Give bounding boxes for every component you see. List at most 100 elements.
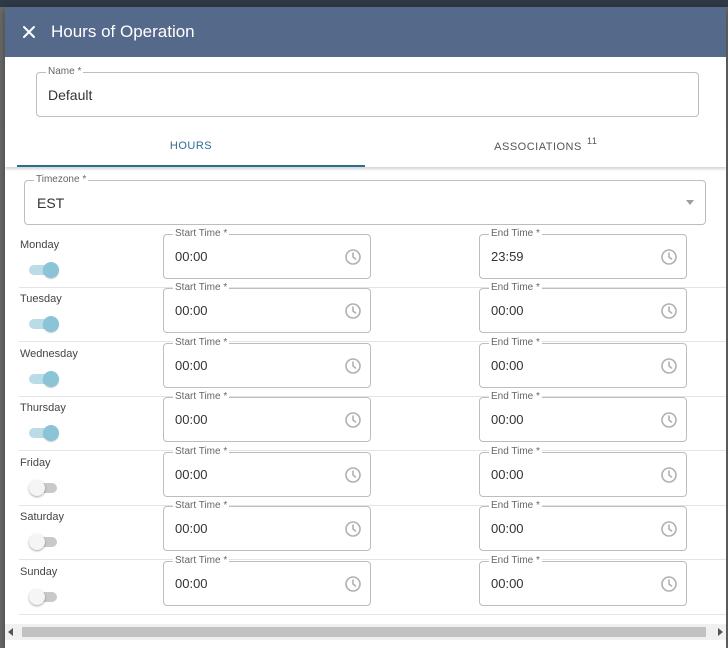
dialog-header: Hours of Operation bbox=[5, 7, 726, 57]
timezone-value: EST bbox=[37, 194, 65, 211]
start-time-saturday[interactable]: Start Time * 00:00 bbox=[163, 500, 371, 551]
scrollbar-thumb[interactable] bbox=[22, 627, 706, 637]
end-time-value: 23:59 bbox=[491, 249, 524, 264]
toggle-thumb bbox=[29, 534, 45, 550]
start-time-label: Start Time * bbox=[173, 282, 230, 294]
clock-icon[interactable] bbox=[660, 248, 678, 266]
name-field[interactable]: Name * Default bbox=[36, 66, 699, 117]
clock-icon[interactable] bbox=[344, 466, 362, 484]
end-time-friday[interactable]: End Time * 00:00 bbox=[479, 446, 687, 497]
day-label-wednesday: Wednesday bbox=[20, 348, 78, 360]
day-label-thursday: Thursday bbox=[20, 402, 66, 414]
end-time-value: 00:00 bbox=[491, 303, 524, 318]
name-field-value: Default bbox=[48, 86, 93, 103]
start-time-value: 00:00 bbox=[175, 576, 208, 591]
end-time-thursday[interactable]: End Time * 00:00 bbox=[479, 391, 687, 442]
chevron-down-icon bbox=[686, 200, 694, 205]
close-button[interactable] bbox=[7, 7, 51, 57]
toggle-monday[interactable] bbox=[29, 262, 59, 278]
start-time-wednesday[interactable]: Start Time * 00:00 bbox=[163, 337, 371, 388]
toggle-thumb bbox=[43, 425, 59, 441]
toggle-saturday[interactable] bbox=[29, 534, 59, 550]
clock-icon[interactable] bbox=[660, 357, 678, 375]
start-time-label: Start Time * bbox=[173, 228, 230, 240]
clock-icon[interactable] bbox=[660, 520, 678, 538]
end-time-value: 00:00 bbox=[491, 576, 524, 591]
clock-icon[interactable] bbox=[344, 357, 362, 375]
day-row-sunday: Sunday Start Time * 00:00 End Time * 00:00 bbox=[19, 555, 726, 615]
start-time-friday[interactable]: Start Time * 00:00 bbox=[163, 446, 371, 497]
clock-icon[interactable] bbox=[660, 575, 678, 593]
tab-associations-label: ASSOCIATIONS bbox=[494, 141, 582, 153]
name-field-label: Name * bbox=[46, 66, 84, 78]
day-label-friday: Friday bbox=[20, 457, 51, 469]
timezone-select[interactable]: Timezone * EST bbox=[24, 174, 706, 225]
start-time-thursday[interactable]: Start Time * 00:00 bbox=[163, 391, 371, 442]
end-time-value: 00:00 bbox=[491, 358, 524, 373]
end-time-label: End Time * bbox=[489, 391, 542, 403]
day-row-friday: Friday Start Time * 00:00 End Time * 00:00 bbox=[19, 446, 726, 506]
toggle-thumb bbox=[29, 480, 45, 496]
scroll-left-arrow-icon[interactable] bbox=[8, 628, 13, 636]
day-row-thursday: Thursday Start Time * 00:00 End Time * 00:00 bbox=[19, 391, 726, 451]
clock-icon[interactable] bbox=[344, 520, 362, 538]
clock-icon[interactable] bbox=[660, 466, 678, 484]
day-label-saturday: Saturday bbox=[20, 511, 65, 523]
start-time-value: 00:00 bbox=[175, 412, 208, 427]
toggle-thumb bbox=[43, 316, 59, 332]
start-time-value: 00:00 bbox=[175, 467, 208, 482]
scroll-right-arrow-icon[interactable] bbox=[718, 628, 723, 636]
start-time-value: 00:00 bbox=[175, 249, 208, 264]
end-time-label: End Time * bbox=[489, 282, 542, 294]
end-time-sunday[interactable]: End Time * 00:00 bbox=[479, 555, 687, 606]
toggle-thursday[interactable] bbox=[29, 425, 59, 441]
start-time-tuesday[interactable]: Start Time * 00:00 bbox=[163, 282, 371, 333]
end-time-wednesday[interactable]: End Time * 00:00 bbox=[479, 337, 687, 388]
start-time-sunday[interactable]: Start Time * 00:00 bbox=[163, 555, 371, 606]
toggle-thumb bbox=[43, 262, 59, 278]
end-time-value: 00:00 bbox=[491, 467, 524, 482]
tab-associations[interactable]: ASSOCIATIONS 11 bbox=[365, 127, 711, 167]
clock-icon[interactable] bbox=[344, 411, 362, 429]
dialog-title: Hours of Operation bbox=[51, 22, 195, 41]
start-time-value: 00:00 bbox=[175, 521, 208, 536]
clock-icon[interactable] bbox=[660, 411, 678, 429]
timezone-label: Timezone * bbox=[34, 174, 89, 186]
tab-hours[interactable]: HOURS bbox=[17, 127, 365, 167]
end-time-saturday[interactable]: End Time * 00:00 bbox=[479, 500, 687, 551]
end-time-tuesday[interactable]: End Time * 00:00 bbox=[479, 282, 687, 333]
clock-icon[interactable] bbox=[344, 302, 362, 320]
toggle-wednesday[interactable] bbox=[29, 371, 59, 387]
day-row-wednesday: Wednesday Start Time * 00:00 End Time * 00:0… bbox=[19, 337, 726, 397]
toggle-thumb bbox=[29, 589, 45, 605]
end-time-monday[interactable]: End Time * 23:59 bbox=[479, 228, 687, 279]
toggle-sunday[interactable] bbox=[29, 589, 59, 605]
associations-count-badge: 11 bbox=[587, 136, 598, 146]
app-top-bar bbox=[0, 0, 728, 7]
end-time-label: End Time * bbox=[489, 228, 542, 240]
day-row-monday: Monday Start Time * 00:00 End Time * 23:59 bbox=[19, 228, 726, 288]
hours-content: Timezone * EST Monday Start Time * 00:00 En… bbox=[5, 174, 726, 628]
toggle-thumb bbox=[43, 371, 59, 387]
end-time-label: End Time * bbox=[489, 500, 542, 512]
hours-of-operation-dialog: Hours of Operation Name * Default HOURS … bbox=[5, 7, 726, 648]
toggle-tuesday[interactable] bbox=[29, 316, 59, 332]
toggle-friday[interactable] bbox=[29, 480, 59, 496]
start-time-label: Start Time * bbox=[173, 500, 230, 512]
tabs-bar: HOURS ASSOCIATIONS 11 bbox=[5, 127, 726, 167]
day-label-monday: Monday bbox=[20, 239, 60, 251]
start-time-label: Start Time * bbox=[173, 391, 230, 403]
start-time-label: Start Time * bbox=[173, 446, 230, 458]
start-time-label: Start Time * bbox=[173, 555, 230, 567]
end-time-label: End Time * bbox=[489, 337, 542, 349]
clock-icon[interactable] bbox=[344, 248, 362, 266]
start-time-monday[interactable]: Start Time * 00:00 bbox=[163, 228, 371, 279]
day-label-tuesday: Tuesday bbox=[20, 293, 62, 305]
day-row-saturday: Saturday Start Time * 00:00 End Time * 00:00 bbox=[19, 500, 726, 560]
day-row-tuesday: Tuesday Start Time * 00:00 End Time * 00:00 bbox=[19, 282, 726, 342]
end-time-value: 00:00 bbox=[491, 521, 524, 536]
start-time-value: 00:00 bbox=[175, 303, 208, 318]
clock-icon[interactable] bbox=[660, 302, 678, 320]
clock-icon[interactable] bbox=[344, 575, 362, 593]
horizontal-scrollbar[interactable] bbox=[5, 624, 726, 640]
